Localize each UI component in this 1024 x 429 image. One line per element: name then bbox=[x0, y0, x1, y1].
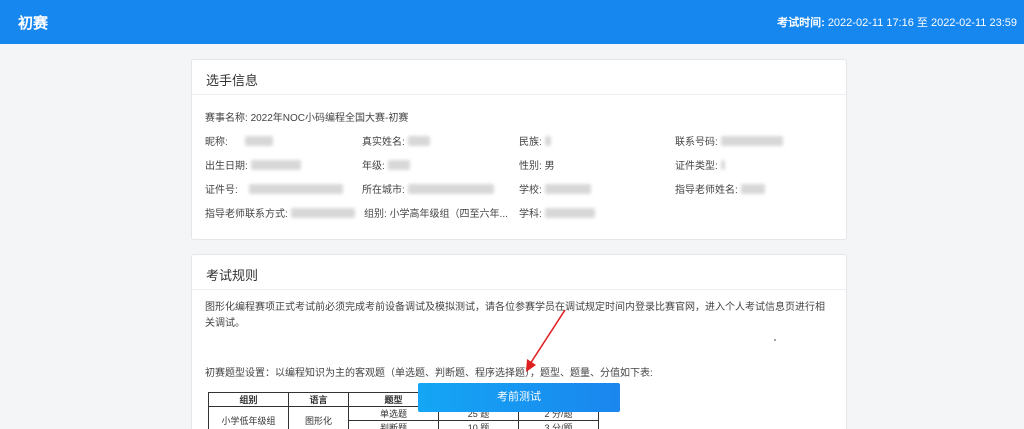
city-field: 所在城市: bbox=[362, 181, 494, 196]
id-number-value-redacted bbox=[248, 184, 343, 194]
group-value: 小学高年级组（四至六年... bbox=[389, 209, 508, 220]
group-label: 组别: bbox=[364, 209, 387, 220]
phone-value-redacted bbox=[720, 136, 783, 146]
teacher-contact-value-redacted bbox=[290, 208, 355, 218]
id-number-label: 证件号: bbox=[205, 185, 238, 196]
contest-label: 赛事名称: bbox=[205, 113, 248, 124]
birth-value-redacted bbox=[250, 160, 301, 170]
grade-value-redacted bbox=[387, 160, 410, 170]
group-field: 组别: 小学高年级组（四至六年... bbox=[364, 205, 508, 220]
id-type-field: 证件类型: bbox=[675, 157, 725, 172]
ethnicity-label: 民族: bbox=[519, 137, 542, 148]
player-info-title: 选手信息 bbox=[192, 60, 846, 95]
table-cell-count: 10 题 bbox=[438, 420, 519, 429]
real-name-value-redacted bbox=[407, 136, 430, 146]
teacher-contact-label: 指导老师联系方式: bbox=[205, 209, 288, 220]
table-header: 语言 bbox=[288, 392, 349, 407]
subject-label: 学科: bbox=[519, 209, 542, 220]
player-info-card: 选手信息 赛事名称: 2022年NOC小码编程全国大赛-初赛 昵称: 真实姓名:… bbox=[191, 59, 847, 240]
nickname-label: 昵称: bbox=[205, 137, 228, 148]
city-label: 所在城市: bbox=[362, 185, 405, 196]
teacher-name-value-redacted bbox=[740, 184, 765, 194]
real-name-field: 真实姓名: bbox=[362, 133, 430, 148]
contest-row: 赛事名称: 2022年NOC小码编程全国大赛-初赛 bbox=[205, 109, 408, 124]
gender-field: 性别: 男 bbox=[519, 157, 555, 172]
rules-paragraph-2: 初赛题型设置：以编程知识为主的客观题（单选题、判断题、程序选择题），题型、题量、… bbox=[205, 368, 653, 379]
ethnicity-field: 民族: bbox=[519, 133, 551, 148]
rules-paragraph-1: 图形化编程赛项正式考试前必须完成考前设备调试及模拟测试，请各位参赛学员在调试规定… bbox=[205, 302, 825, 329]
exam-time-label: 考试时间: bbox=[777, 17, 825, 29]
teacher-name-label: 指导老师姓名: bbox=[675, 185, 738, 196]
ethnicity-value-redacted bbox=[544, 136, 551, 146]
birth-label: 出生日期: bbox=[205, 161, 248, 172]
real-name-label: 真实姓名: bbox=[362, 137, 405, 148]
city-value-redacted bbox=[407, 184, 494, 194]
gender-value: 男 bbox=[544, 161, 555, 172]
nickname-value-redacted bbox=[244, 136, 273, 146]
school-value-redacted bbox=[544, 184, 591, 194]
school-field: 学校: bbox=[519, 181, 591, 196]
teacher-name-field: 指导老师姓名: bbox=[675, 181, 765, 196]
contest-value: 2022年NOC小码编程全国大赛-初赛 bbox=[250, 113, 409, 124]
top-bar: 初赛 考试时间: 2022-02-11 17:16 至 2022-02-11 2… bbox=[0, 0, 1024, 44]
grade-field: 年级: bbox=[362, 157, 410, 172]
phone-label: 联系号码: bbox=[675, 137, 718, 148]
page-title: 初赛 bbox=[18, 15, 49, 32]
exam-rules-body: 图形化编程赛项正式考试前必须完成考前设备调试及模拟测试，请各位参赛学员在调试规定… bbox=[192, 290, 846, 392]
table-cell-type: 判断题 bbox=[348, 420, 439, 429]
teacher-contact-field: 指导老师联系方式: bbox=[205, 205, 355, 220]
subject-value-redacted bbox=[544, 208, 595, 218]
table-header: 组别 bbox=[208, 392, 289, 407]
id-type-label: 证件类型: bbox=[675, 161, 718, 172]
exam-rules-title: 考试规则 bbox=[192, 255, 846, 290]
gender-label: 性别: bbox=[519, 161, 542, 172]
phone-field: 联系号码: bbox=[675, 133, 783, 148]
grade-label: 年级: bbox=[362, 161, 385, 172]
id-number-field: 证件号: bbox=[205, 181, 343, 196]
table-cell-language: 图形化 bbox=[288, 406, 349, 429]
nickname-field: 昵称: bbox=[205, 133, 273, 148]
subject-field: 学科: bbox=[519, 205, 595, 220]
exam-time-value: 2022-02-11 17:16 至 2022-02-11 23:59 bbox=[827, 17, 1017, 29]
school-label: 学校: bbox=[519, 185, 542, 196]
exam-time: 考试时间: 2022-02-11 17:16 至 2022-02-11 23:5… bbox=[777, 14, 1017, 30]
table-cell-score: 3 分/题 bbox=[518, 420, 599, 429]
table-cell-group: 小学低年级组 bbox=[208, 406, 289, 429]
pre-exam-test-button[interactable]: 考前测试 bbox=[418, 383, 620, 412]
birth-field: 出生日期: bbox=[205, 157, 301, 172]
stray-dot bbox=[774, 339, 776, 341]
id-type-value-redacted bbox=[720, 160, 725, 170]
